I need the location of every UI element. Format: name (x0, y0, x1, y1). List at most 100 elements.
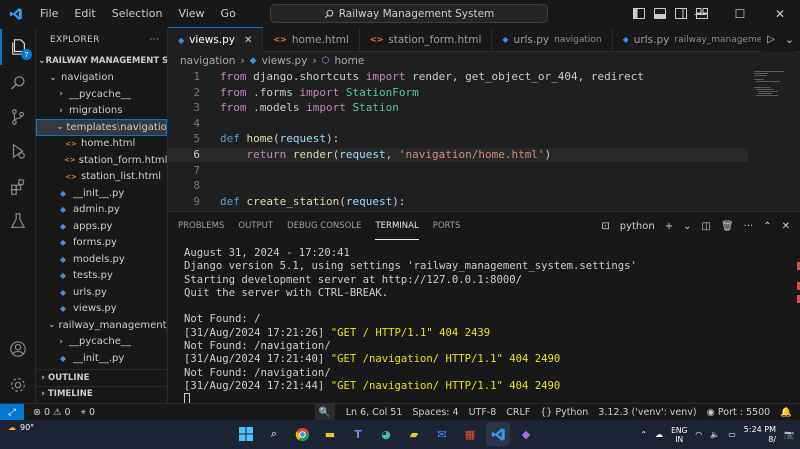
minimap[interactable] (748, 69, 800, 211)
notifications-icon[interactable]: 🔔 (775, 407, 800, 418)
chevron-down-icon[interactable]: ⌄ (683, 221, 691, 232)
tree-file[interactable]: ◆ admin.py (36, 202, 167, 219)
code-line[interactable]: 2 from .forms import StationForm (168, 86, 748, 100)
explorer-activity[interactable]: 7 (0, 29, 36, 65)
run-debug-activity[interactable] (0, 133, 36, 169)
show-hidden-icon[interactable]: ⌃ (640, 430, 647, 439)
panel-tab-ports[interactable]: PORTS (433, 212, 461, 240)
copilot-icon[interactable]: ◆ (514, 422, 538, 446)
tree-folder[interactable]: ⌄ navigation (36, 70, 167, 87)
panel-tab-output[interactable]: OUTPUT (238, 212, 273, 240)
weather-widget[interactable]: ☁ 90° (8, 423, 34, 432)
code-line[interactable]: 7 (168, 164, 748, 178)
menu-go[interactable]: Go (213, 0, 244, 27)
close-tab-icon[interactable]: ✕ (244, 35, 252, 46)
close-window-icon[interactable]: ✕ (760, 0, 800, 27)
teams-icon[interactable]: T (346, 422, 370, 446)
language-mode[interactable]: {} Python (535, 407, 593, 418)
terminal-shell-name[interactable]: python (620, 221, 655, 232)
run-python-icon[interactable]: ▷ (767, 34, 775, 45)
volume-icon[interactable]: 🔈 (710, 430, 720, 439)
tree-folder[interactable]: › __pycache__ (36, 86, 167, 103)
new-terminal-icon[interactable]: + (665, 221, 673, 232)
menu-view[interactable]: View (170, 0, 212, 27)
timeline-section[interactable]: › TIMELINE (36, 385, 167, 403)
battery-icon[interactable]: ▭ (728, 430, 736, 439)
menu-selection[interactable]: Selection (104, 0, 171, 27)
language-indicator[interactable]: ENG IN (671, 426, 687, 444)
editor-tab[interactable]: ◆ views.py ✕ (168, 27, 264, 52)
toggle-panel-icon[interactable] (654, 8, 666, 19)
project-root[interactable]: ⌄ RAILWAY MANAGEMENT S... (36, 53, 167, 70)
taskbar-search-icon[interactable]: ⌕ (262, 422, 286, 446)
encoding[interactable]: UTF-8 (464, 407, 502, 418)
outline-section[interactable]: › OUTLINE (36, 369, 167, 386)
close-panel-icon[interactable]: ✕ (782, 221, 790, 232)
source-control-activity[interactable] (0, 99, 36, 135)
minimize-icon[interactable]: — (680, 0, 720, 27)
cursor-position[interactable]: Ln 6, Col 51 (341, 407, 408, 418)
more-actions-icon[interactable]: ··· (150, 35, 159, 45)
code-line[interactable]: 1 from django.shortcuts import render, ge… (168, 70, 748, 84)
menu-edit[interactable]: Edit (66, 0, 103, 27)
tree-folder[interactable]: ⌄railway_management_s... (36, 317, 167, 334)
trash-icon[interactable]: 🗑 (721, 221, 734, 232)
panel-tab-debug-console[interactable]: DEBUG CONSOLE (287, 212, 361, 240)
tree-file[interactable]: ◆ tests.py (36, 268, 167, 285)
accounts-activity[interactable] (0, 331, 36, 367)
editor-tab[interactable]: <> home.html (263, 27, 360, 52)
remote-indicator[interactable]: ⤢ (0, 403, 24, 421)
editor-tab[interactable]: ◆ urls.py navigation (492, 27, 613, 52)
code-line[interactable]: 9 def create_station(request): (168, 195, 748, 209)
tree-file[interactable]: ◆ forms.py (36, 235, 167, 252)
mail-icon[interactable]: ✉ (430, 422, 454, 446)
more-actions-icon[interactable]: ⌄ (785, 33, 794, 46)
tree-file[interactable]: ◆ __init__.py (36, 185, 167, 202)
panel-tab-terminal[interactable]: TERMINAL (375, 212, 419, 240)
tree-file[interactable]: <> home.html (36, 136, 167, 153)
file-explorer-icon[interactable]: ▬ (318, 422, 342, 446)
extensions-activity[interactable] (0, 169, 36, 205)
tree-folder[interactable]: ⌄templates \ navigation (36, 119, 167, 136)
wifi-icon[interactable]: ◠ (695, 430, 702, 439)
tree-file[interactable]: ◆ models.py (36, 251, 167, 268)
zoom-icon[interactable]: 🔍 (314, 403, 335, 421)
code-line[interactable]: 3 from .models import Station (168, 101, 748, 115)
code-line[interactable]: 4 (168, 117, 748, 131)
edge-icon[interactable]: ◕ (374, 422, 398, 446)
tree-file[interactable]: <> station_list.html (36, 169, 167, 186)
cloud-icon[interactable]: ☁ (655, 430, 663, 439)
clock[interactable]: 5:24 PM 8/ (744, 425, 776, 445)
tree-folder[interactable]: › migrations (36, 103, 167, 120)
more-actions-icon[interactable]: ··· (744, 221, 754, 232)
chrome-icon[interactable] (290, 422, 314, 446)
tree-file[interactable]: ◆ apps.py (36, 218, 167, 235)
code-line[interactable]: 8 (168, 179, 748, 193)
vscode-taskbar-icon[interactable] (486, 422, 510, 446)
code-editor[interactable]: 1 from django.shortcuts import render, ge… (168, 69, 800, 211)
start-button[interactable] (234, 422, 258, 446)
terminal-output[interactable]: August 31, 2024 - 17:20:41 Django version… (184, 247, 784, 407)
folder-icon[interactable]: ▰ (402, 422, 426, 446)
editor-tab[interactable]: ◆ urls.py railway_managemen (613, 27, 780, 52)
breadcrumb-symbol[interactable]: home (335, 55, 365, 67)
problems-status[interactable]: ⊗ 0 ⚠ 0 (28, 407, 76, 418)
tree-file[interactable]: ◆ views.py (36, 301, 167, 318)
manage-activity[interactable] (0, 367, 36, 403)
split-terminal-icon[interactable]: ◫ (702, 221, 711, 232)
toggle-primary-sidebar-icon[interactable] (633, 8, 645, 19)
menu-file[interactable]: File (32, 0, 66, 27)
tree-file[interactable]: ◆ urls.py (36, 284, 167, 301)
store-icon[interactable]: ▦ (458, 422, 482, 446)
camera-icon[interactable]: 📷 (784, 430, 794, 439)
ports-status[interactable]: ⌖ 0 (76, 407, 100, 418)
tree-file[interactable]: <> station_form.html (36, 152, 167, 169)
python-interpreter[interactable]: 3.12.3 ('venv': venv) (593, 407, 701, 418)
command-center[interactable]: Railway Management System (270, 4, 548, 23)
tree-folder[interactable]: › __pycache__ (36, 334, 167, 351)
maximize-icon[interactable]: ☐ (720, 0, 760, 27)
breadcrumb-file[interactable]: views.py (262, 55, 308, 67)
panel-tab-problems[interactable]: PROBLEMS (178, 212, 224, 240)
live-server-port[interactable]: ◉ Port : 5500 (702, 407, 776, 418)
breadcrumb-folder[interactable]: navigation (180, 55, 235, 67)
